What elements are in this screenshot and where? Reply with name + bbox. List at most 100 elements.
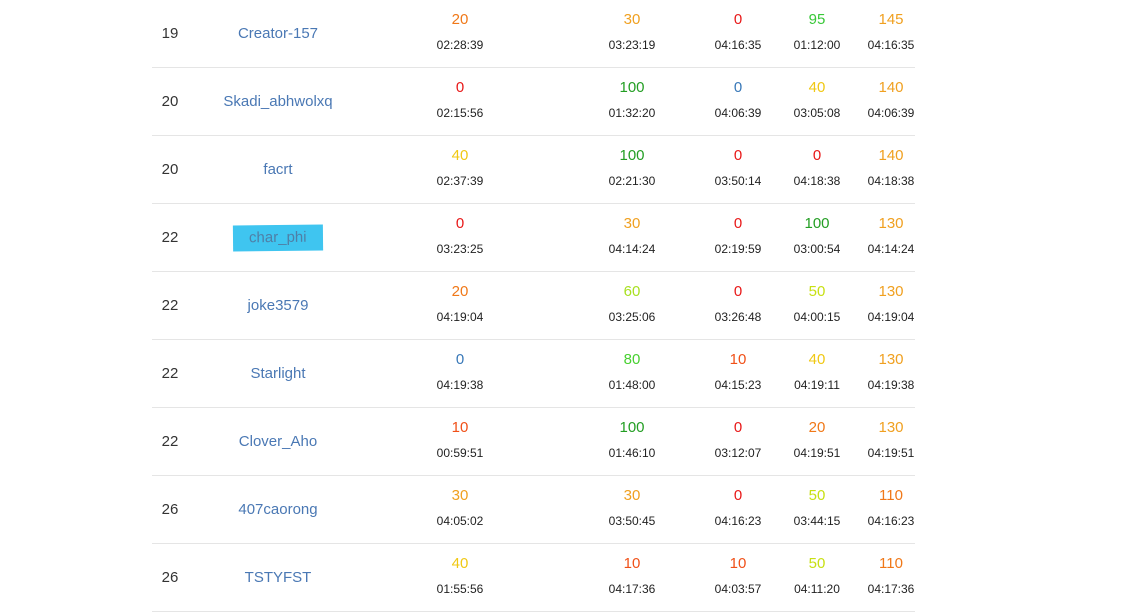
problem-2-cell: 30 03:23:19 xyxy=(587,0,677,67)
total-score: 110 xyxy=(879,555,903,572)
problem-1-time: 04:05:02 xyxy=(436,514,484,528)
table-row: 26 TSTYFST 40 01:55:56 10 04:17:36 10 04:03… xyxy=(152,544,915,612)
table-row: 22 Clover_Aho 10 00:59:51 100 01:46:10 0 03… xyxy=(152,408,915,476)
total-cell: 110 04:17:36 xyxy=(846,544,936,611)
problem-1-score: 40 xyxy=(451,555,469,572)
problem-1-score: 20 xyxy=(451,283,469,300)
problem-2-time: 03:23:19 xyxy=(608,38,656,52)
problem-3-cell: 0 04:16:23 xyxy=(693,476,783,543)
total-time: 04:19:04 xyxy=(867,310,915,324)
problem-1-score: 20 xyxy=(451,11,469,28)
problem-1-score: 0 xyxy=(455,79,465,96)
user-link[interactable]: Creator-157 xyxy=(234,22,322,46)
total-time: 04:19:51 xyxy=(867,446,915,460)
problem-3-score: 0 xyxy=(733,419,743,436)
problem-2-time: 01:46:10 xyxy=(608,446,656,460)
problem-3-score: 0 xyxy=(733,79,743,96)
total-cell: 130 04:19:51 xyxy=(846,408,936,475)
rank-cell: 22 xyxy=(161,365,179,382)
rank-cell: 22 xyxy=(161,433,179,450)
user-link[interactable]: Starlight xyxy=(246,362,309,386)
problem-2-cell: 30 04:14:24 xyxy=(587,204,677,271)
table-row: 22 Starlight 0 04:19:38 80 01:48:00 10 04:1… xyxy=(152,340,915,408)
problem-2-score: 100 xyxy=(619,147,645,164)
rank-cell: 22 xyxy=(161,229,179,246)
problem-3-cell: 0 04:16:35 xyxy=(693,0,783,67)
problem-3-time: 04:16:23 xyxy=(714,514,762,528)
problem-3-score: 0 xyxy=(733,11,743,28)
total-cell: 130 04:19:04 xyxy=(846,272,936,339)
problem-3-time: 02:19:59 xyxy=(714,242,762,256)
problem-1-time: 02:15:56 xyxy=(436,106,484,120)
user-cell: Skadi_abhwolxq xyxy=(198,68,358,135)
user-cell: 407caorong xyxy=(198,476,358,543)
user-cell: facrt xyxy=(198,136,358,203)
problem-2-cell: 10 04:17:36 xyxy=(587,544,677,611)
problem-2-time: 02:21:30 xyxy=(608,174,656,188)
rank-cell: 20 xyxy=(161,93,179,110)
problem-3-cell: 0 02:19:59 xyxy=(693,204,783,271)
problem-2-score: 10 xyxy=(623,555,641,572)
table-row: 20 facrt 40 02:37:39 100 02:21:30 0 03:50:1… xyxy=(152,136,915,204)
problem-3-score: 0 xyxy=(733,487,743,504)
user-link[interactable]: Skadi_abhwolxq xyxy=(219,90,336,114)
problem-2-score: 30 xyxy=(623,11,641,28)
total-cell: 130 04:14:24 xyxy=(846,204,936,271)
problem-1-score: 30 xyxy=(451,487,469,504)
user-link[interactable]: Clover_Aho xyxy=(235,430,321,454)
rank-cell: 19 xyxy=(161,25,179,42)
user-link[interactable]: TSTYFST xyxy=(241,566,316,590)
problem-3-cell: 0 03:26:48 xyxy=(693,272,783,339)
total-score: 130 xyxy=(878,419,904,436)
user-cell: char_phi xyxy=(198,204,358,271)
problem-1-cell: 0 03:23:25 xyxy=(415,204,505,271)
total-score: 110 xyxy=(879,487,903,504)
problem-3-time: 04:15:23 xyxy=(714,378,762,392)
problem-3-time: 04:06:39 xyxy=(714,106,762,120)
problem-2-time: 04:17:36 xyxy=(608,582,656,596)
problem-1-cell: 10 00:59:51 xyxy=(415,408,505,475)
total-score: 130 xyxy=(878,283,904,300)
user-cell: TSTYFST xyxy=(198,544,358,611)
rank-cell: 20 xyxy=(161,161,179,178)
problem-2-time: 01:32:20 xyxy=(608,106,656,120)
total-score: 130 xyxy=(878,351,904,368)
problem-1-score: 40 xyxy=(451,147,469,164)
problem-1-time: 00:59:51 xyxy=(436,446,484,460)
problem-2-score: 100 xyxy=(619,79,645,96)
problem-2-cell: 100 02:21:30 xyxy=(587,136,677,203)
total-score: 145 xyxy=(878,11,904,28)
user-link[interactable]: char_phi xyxy=(233,224,323,251)
problem-2-time: 01:48:00 xyxy=(608,378,656,392)
total-time: 04:06:39 xyxy=(867,106,915,120)
user-cell: joke3579 xyxy=(198,272,358,339)
problem-1-cell: 40 01:55:56 xyxy=(415,544,505,611)
problem-1-time: 01:55:56 xyxy=(436,582,484,596)
table-row: 22 char_phi 0 03:23:25 30 04:14:24 0 02:19:… xyxy=(152,204,915,272)
problem-1-cell: 0 04:19:38 xyxy=(415,340,505,407)
user-link[interactable]: joke3579 xyxy=(244,294,313,318)
problem-2-score: 100 xyxy=(619,419,645,436)
total-cell: 145 04:16:35 xyxy=(846,0,936,67)
table-row: 19 Creator-157 20 02:28:39 30 03:23:19 0 04… xyxy=(152,0,915,68)
user-link[interactable]: facrt xyxy=(259,158,296,182)
problem-3-score: 10 xyxy=(729,351,747,368)
total-time: 04:17:36 xyxy=(867,582,915,596)
problem-2-score: 60 xyxy=(623,283,641,300)
user-cell: Starlight xyxy=(198,340,358,407)
total-time: 04:16:35 xyxy=(867,38,915,52)
problem-3-score: 0 xyxy=(733,283,743,300)
table-row: 26 407caorong 30 04:05:02 30 03:50:45 0 04:… xyxy=(152,476,915,544)
user-link[interactable]: 407caorong xyxy=(234,498,321,522)
total-time: 04:19:38 xyxy=(867,378,915,392)
problem-2-time: 03:50:45 xyxy=(608,514,656,528)
problem-3-cell: 0 03:12:07 xyxy=(693,408,783,475)
problem-2-score: 30 xyxy=(623,487,641,504)
problem-2-score: 80 xyxy=(623,351,641,368)
total-time: 04:14:24 xyxy=(867,242,915,256)
problem-3-time: 03:12:07 xyxy=(714,446,762,460)
problem-2-time: 03:25:06 xyxy=(608,310,656,324)
problem-3-score: 10 xyxy=(729,555,747,572)
rank-cell: 26 xyxy=(161,501,179,518)
problem-2-cell: 100 01:32:20 xyxy=(587,68,677,135)
